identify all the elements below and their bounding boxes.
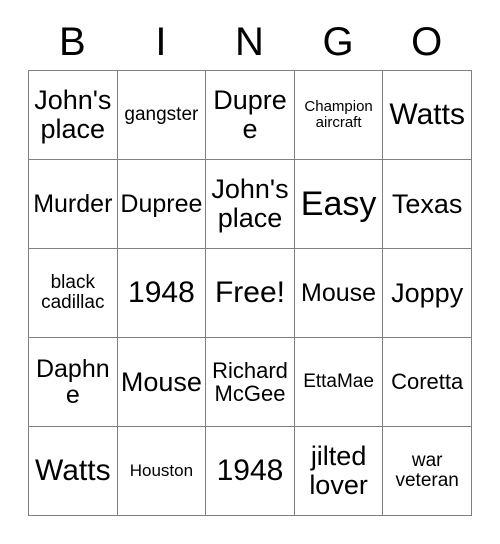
bingo-cell-b4[interactable]: Daphne (29, 338, 118, 427)
bingo-cell-label: black cadillac (41, 271, 105, 313)
bingo-cell-g2[interactable]: Easy (294, 160, 384, 249)
bingo-cell-i5[interactable]: Houston (117, 427, 207, 516)
bingo-cell-label: jilted lover (309, 441, 368, 500)
bingo-cell-b5[interactable]: Watts (29, 427, 118, 516)
bingo-cell-n2[interactable]: John's place (206, 160, 295, 249)
bingo-cell-label: Mouse (301, 278, 377, 307)
bingo-cell-free-space[interactable]: Free! (206, 249, 295, 338)
bingo-cell-label: Dupree (213, 85, 287, 144)
bingo-cell-b2[interactable]: Murder (29, 160, 118, 249)
bingo-cell-label: war veteran (395, 449, 459, 491)
bingo-cell-label: Houston (129, 460, 194, 480)
bingo-cell-label: Watts (389, 98, 465, 132)
bingo-cell-g4[interactable]: EttaMae (294, 338, 384, 427)
bingo-cell-o3[interactable]: Joppy (383, 249, 472, 338)
bingo-header-letter-i: I (155, 20, 167, 64)
bingo-header-letter-o: O (411, 20, 443, 64)
bingo-cell-label: Mouse (120, 366, 202, 397)
bingo-cell-o1[interactable]: Watts (383, 71, 472, 160)
bingo-cell-label: John's place (211, 174, 289, 233)
bingo-card: B I N G O John's place gangster Dupree C… (28, 14, 472, 516)
bingo-cell-label: EttaMae (303, 370, 374, 392)
bingo-cell-label: Free! (214, 276, 285, 310)
bingo-cell-label: Dupree (120, 189, 203, 218)
bingo-cell-n5[interactable]: 1948 (206, 427, 295, 516)
bingo-cell-i3[interactable]: 1948 (117, 249, 207, 338)
bingo-cell-i1[interactable]: gangster (117, 71, 207, 160)
table-row: black cadillac 1948 Free! Mouse Joppy (29, 249, 472, 338)
bingo-cell-o2[interactable]: Texas (383, 160, 472, 249)
bingo-cell-g1[interactable]: Champion aircraft (294, 71, 384, 160)
bingo-header-letter-n: N (235, 20, 264, 64)
bingo-cell-b1[interactable]: John's place (29, 71, 118, 160)
bingo-grid: John's place gangster Dupree Champion ai… (28, 70, 472, 516)
bingo-cell-label: gangster (124, 103, 199, 125)
table-row: Daphne Mouse Richard McGee EttaMae Coret… (29, 338, 472, 427)
bingo-cell-label: 1948 (128, 276, 195, 310)
bingo-header-letter-g: G (322, 20, 354, 64)
bingo-cell-label: Champion aircraft (304, 98, 373, 131)
table-row: John's place gangster Dupree Champion ai… (29, 71, 472, 160)
bingo-cell-label: Richard McGee (212, 357, 288, 406)
bingo-cell-label: Texas (391, 188, 463, 219)
bingo-cell-label: Daphne (35, 354, 110, 409)
bingo-cell-label: Easy (300, 184, 377, 223)
bingo-cell-label: Joppy (391, 277, 464, 308)
bingo-cell-n4[interactable]: Richard McGee (206, 338, 295, 427)
table-row: Watts Houston 1948 jilted lover war vete… (29, 427, 472, 516)
bingo-cell-g3[interactable]: Mouse (294, 249, 384, 338)
bingo-cell-label: Murder (33, 189, 113, 218)
bingo-header-letter-b: B (58, 20, 86, 64)
bingo-cell-label: 1948 (216, 454, 284, 488)
bingo-cell-label: John's place (34, 85, 112, 144)
bingo-cell-n1[interactable]: Dupree (206, 71, 295, 160)
bingo-cell-o5[interactable]: war veteran (383, 427, 472, 516)
bingo-header-row: B I N G O (28, 14, 471, 70)
bingo-cell-b3[interactable]: black cadillac (29, 249, 118, 338)
bingo-cell-i2[interactable]: Dupree (117, 160, 207, 249)
bingo-cell-o4[interactable]: Coretta (383, 338, 472, 427)
bingo-cell-label: Coretta (391, 369, 464, 395)
bingo-cell-g5[interactable]: jilted lover (294, 427, 384, 516)
bingo-cell-label: Watts (35, 454, 111, 488)
bingo-cell-i4[interactable]: Mouse (117, 338, 207, 427)
table-row: Murder Dupree John's place Easy Texas (29, 160, 472, 249)
